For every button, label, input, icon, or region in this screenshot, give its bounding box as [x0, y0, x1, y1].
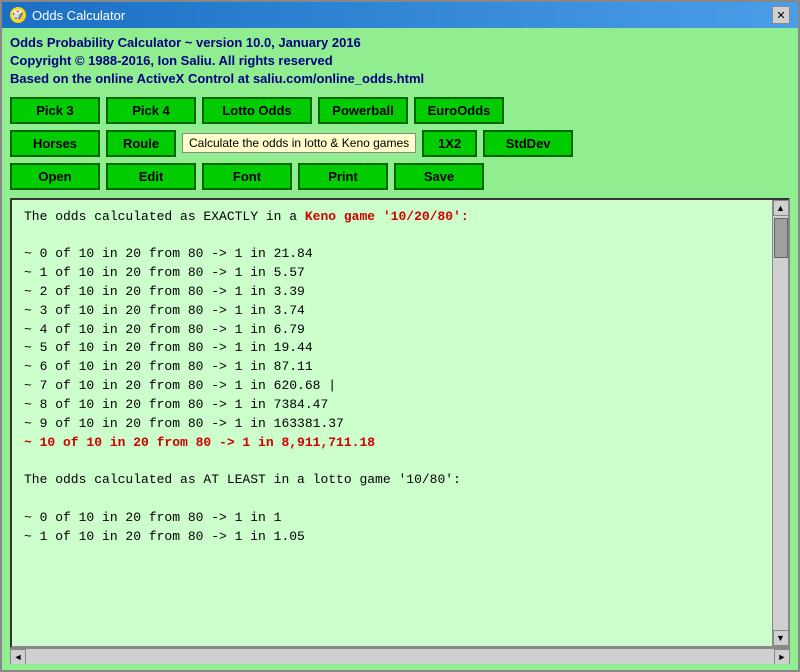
- powerball-button[interactable]: Powerball: [318, 97, 408, 124]
- output-line-6: ~ 6 of 10 in 20 from 80 -> 1 in 87.11: [24, 359, 313, 374]
- toolbar-row3: Open Edit Font Print Save: [10, 163, 790, 190]
- euro-odds-button[interactable]: EuroOdds: [414, 97, 504, 124]
- output-line-9: ~ 9 of 10 in 20 from 80 -> 1 in 163381.3…: [24, 416, 344, 431]
- scroll-thumb[interactable]: [774, 218, 788, 258]
- output-intro: The odds calculated as EXACTLY in a Keno…: [24, 209, 469, 224]
- toolbar-row1: Pick 3 Pick 4 Lotto Odds Powerball EuroO…: [10, 97, 790, 124]
- close-button[interactable]: ✕: [772, 6, 790, 24]
- pick3-button[interactable]: Pick 3: [10, 97, 100, 124]
- scroll-down-button[interactable]: ▼: [773, 630, 789, 646]
- output-area: The odds calculated as EXACTLY in a Keno…: [10, 198, 790, 648]
- pick4-button[interactable]: Pick 4: [106, 97, 196, 124]
- output-line-5: ~ 5 of 10 in 20 from 80 -> 1 in 19.44: [24, 340, 313, 355]
- open-button[interactable]: Open: [10, 163, 100, 190]
- output-line-4: ~ 4 of 10 in 20 from 80 -> 1 in 6.79: [24, 322, 305, 337]
- horizontal-scroll-track: [26, 650, 774, 664]
- font-button[interactable]: Font: [202, 163, 292, 190]
- scroll-up-button[interactable]: ▲: [773, 200, 789, 216]
- output-at-least-header: The odds calculated as AT LEAST in a lot…: [24, 472, 461, 487]
- output-container: The odds calculated as EXACTLY in a Keno…: [10, 198, 790, 664]
- roulette-button[interactable]: Roule: [106, 130, 176, 157]
- horses-button[interactable]: Horses: [10, 130, 100, 157]
- title-bar: 🎲 Odds Calculator ✕: [2, 2, 798, 28]
- app-icon: 🎲: [10, 7, 26, 23]
- vertical-scrollbar[interactable]: ▲ ▼: [772, 200, 788, 646]
- output-text[interactable]: The odds calculated as EXACTLY in a Keno…: [12, 200, 772, 646]
- scroll-right-button[interactable]: ►: [774, 649, 790, 665]
- output-line-1: ~ 1 of 10 in 20 from 80 -> 1 in 5.57: [24, 265, 305, 280]
- output-line-2: ~ 2 of 10 in 20 from 80 -> 1 in 3.39: [24, 284, 305, 299]
- header-section: Odds Probability Calculator ~ version 10…: [10, 34, 790, 89]
- edit-button[interactable]: Edit: [106, 163, 196, 190]
- app-content: Odds Probability Calculator ~ version 10…: [2, 28, 798, 670]
- tooltip-label: Calculate the odds in lotto & Keno games: [182, 133, 416, 153]
- output-line-8: ~ 8 of 10 in 20 from 80 -> 1 in 7384.47: [24, 397, 328, 412]
- output-line-7: ~ 7 of 10 in 20 from 80 -> 1 in 620.68 |: [24, 378, 336, 393]
- save-button[interactable]: Save: [394, 163, 484, 190]
- header-line1: Odds Probability Calculator ~ version 10…: [10, 34, 790, 52]
- title-bar-left: 🎲 Odds Calculator: [10, 7, 125, 23]
- scroll-left-button[interactable]: ◄: [10, 649, 26, 665]
- output-al-line-1: ~ 1 of 10 in 20 from 80 -> 1 in 1.05: [24, 529, 305, 544]
- keno-label: Keno game '10/20/80':: [305, 209, 469, 224]
- main-window: 🎲 Odds Calculator ✕ Odds Probability Cal…: [0, 0, 800, 672]
- stddev-button[interactable]: StdDev: [483, 130, 573, 157]
- window-title: Odds Calculator: [32, 8, 125, 23]
- lotto-odds-button[interactable]: Lotto Odds: [202, 97, 312, 124]
- header-line3: Based on the online ActiveX Control at s…: [10, 70, 790, 88]
- output-al-line-0: ~ 0 of 10 in 20 from 80 -> 1 in 1: [24, 510, 281, 525]
- horizontal-scrollbar[interactable]: ◄ ►: [10, 648, 790, 664]
- output-line-3: ~ 3 of 10 in 20 from 80 -> 1 in 3.74: [24, 303, 305, 318]
- header-line2: Copyright © 1988-2016, Ion Saliu. All ri…: [10, 52, 790, 70]
- print-button[interactable]: Print: [298, 163, 388, 190]
- output-line-0: ~ 0 of 10 in 20 from 80 -> 1 in 21.84: [24, 246, 313, 261]
- output-line-10: ~ 10 of 10 in 20 from 80 -> 1 in 8,911,7…: [24, 435, 375, 450]
- 1x2-button[interactable]: 1X2: [422, 130, 477, 157]
- toolbar-row2: Horses Roule Calculate the odds in lotto…: [10, 130, 790, 157]
